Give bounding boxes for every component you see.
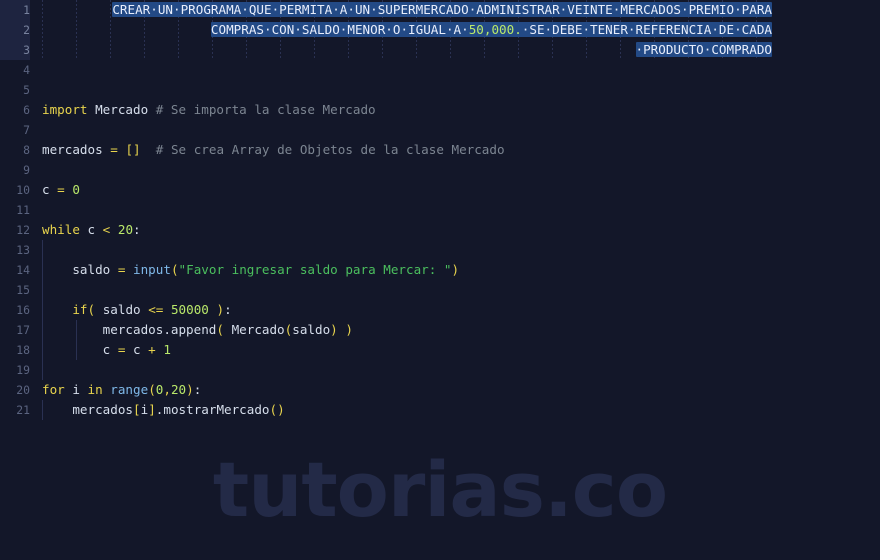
line-number: 1 — [0, 0, 30, 20]
code-text: while c < 20: — [42, 222, 141, 237]
line-number: 4 — [23, 63, 30, 77]
code-line[interactable]: 7 — [0, 120, 880, 140]
code-text: mercados = [] # Se crea Array de Objetos… — [42, 142, 505, 157]
line-number: 14 — [16, 263, 30, 277]
line-number: 7 — [23, 123, 30, 137]
indent-guide — [42, 280, 43, 300]
line-number: 8 — [23, 143, 30, 157]
code-text: if( saldo <= 50000 ): — [72, 302, 232, 317]
line-number: 3 — [0, 40, 30, 60]
code-line[interactable]: 9 — [0, 160, 880, 180]
line-number: 10 — [16, 183, 30, 197]
line-number: 6 — [23, 103, 30, 117]
code-line[interactable]: 5 — [0, 80, 880, 100]
code-text: ·PRODUCTO·COMPRADO — [635, 40, 772, 60]
line-number: 16 — [16, 303, 30, 317]
code-line[interactable]: 10 c = 0 — [0, 180, 880, 200]
line-number: 11 — [16, 203, 30, 217]
code-editor[interactable]: tutorias.co 1 CREAR·UN·PROGRAMA·QUE·PERMI… — [0, 0, 880, 560]
line-number: 21 — [16, 403, 30, 417]
code-line[interactable]: 20 for i in range(0,20): — [0, 380, 880, 400]
code-text: for i in range(0,20): — [42, 382, 202, 397]
code-text: c = 0 — [42, 182, 80, 197]
line-number: 15 — [16, 283, 30, 297]
line-number: 5 — [23, 83, 30, 97]
code-line[interactable]: 8 mercados = [] # Se crea Array de Objeto… — [0, 140, 880, 160]
code-line[interactable]: 17 mercados.append( Mercado(saldo) ) — [0, 320, 880, 340]
indent-guide — [42, 240, 43, 260]
line-number: 20 — [16, 383, 30, 397]
code-text: CREAR·UN·PROGRAMA·QUE·PERMITA·A·UN·SUPER… — [112, 0, 772, 20]
line-number: 12 — [16, 223, 30, 237]
code-line[interactable]: 13 — [0, 240, 880, 260]
selected-text: COMPRAS·CON·SALDO·MENOR·O·IGUAL·A·50,000… — [210, 22, 772, 37]
line-number: 17 — [16, 323, 30, 337]
selected-text: CREAR·UN·PROGRAMA·QUE·PERMITA·A·UN·SUPER… — [112, 2, 772, 17]
code-text: mercados.append( Mercado(saldo) ) — [42, 322, 353, 337]
line-number: 19 — [16, 363, 30, 377]
code-line[interactable]: 4 — [0, 60, 880, 80]
selected-text: ·PRODUCTO·COMPRADO — [635, 42, 772, 57]
code-line[interactable]: 2 COMPRAS·CON·SALDO·MENOR·O·IGUAL·A·50,00… — [0, 20, 880, 40]
code-text: COMPRAS·CON·SALDO·MENOR·O·IGUAL·A·50,000… — [210, 20, 772, 40]
code-line[interactable]: 19 — [0, 360, 880, 380]
code-line[interactable]: 12 while c < 20: — [0, 220, 880, 240]
code-line[interactable]: 21 mercados[i].mostrarMercado() — [0, 400, 880, 420]
code-line[interactable]: 3 ·PRODUCTO·COMPRADO — [0, 40, 880, 60]
line-number: 13 — [16, 243, 30, 257]
code-line[interactable]: 1 CREAR·UN·PROGRAMA·QUE·PERMITA·A·UN·SUPE… — [0, 0, 880, 20]
code-line[interactable]: 14 saldo = input("Favor ingresar saldo p… — [0, 260, 880, 280]
code-text: saldo = input("Favor ingresar saldo para… — [42, 262, 460, 277]
line-number: 9 — [23, 163, 30, 177]
line-number: 18 — [16, 343, 30, 357]
code-line[interactable]: 16 if( saldo <= 50000 ): — [0, 300, 880, 320]
code-line[interactable]: 11 — [0, 200, 880, 220]
code-surface[interactable]: 1 CREAR·UN·PROGRAMA·QUE·PERMITA·A·UN·SUPE… — [0, 0, 880, 560]
code-line[interactable]: 15 — [0, 280, 880, 300]
indent-guide — [42, 360, 43, 380]
code-text: import Mercado # Se importa la clase Mer… — [42, 102, 376, 117]
code-text: c = c + 1 — [42, 342, 171, 357]
code-text: mercados[i].mostrarMercado() — [42, 402, 285, 417]
code-line[interactable]: 18 c = c + 1 — [0, 340, 880, 360]
line-number: 2 — [0, 20, 30, 40]
code-line[interactable]: 6 import Mercado # Se importa la clase Me… — [0, 100, 880, 120]
